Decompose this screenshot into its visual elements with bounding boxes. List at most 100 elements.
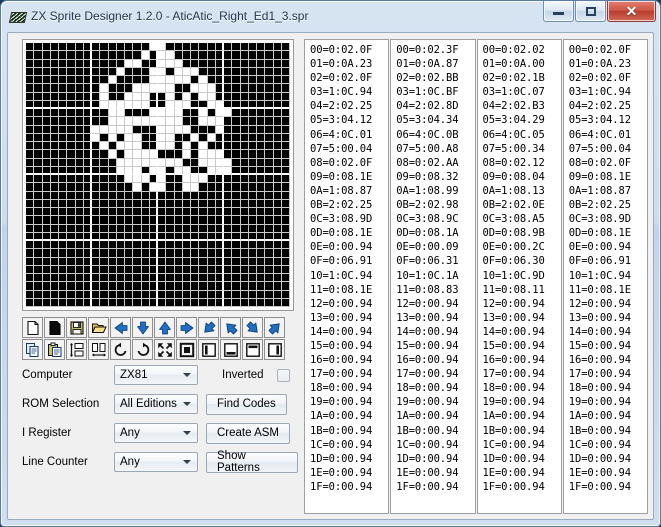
sprite-cell[interactable] [34, 216, 43, 225]
sprite-cell[interactable] [42, 208, 51, 217]
sprite-cell[interactable] [248, 158, 257, 167]
sprite-cell[interactable] [149, 125, 158, 134]
sprite-cell[interactable] [215, 290, 224, 299]
sprite-cell[interactable] [265, 290, 274, 299]
sprite-cell[interactable] [59, 298, 68, 307]
code-column-4[interactable]: 00=0:02.0F 01=0:0A.23 02=0:02.0F 03=1:0C.94… [562, 39, 648, 514]
sprite-cell[interactable] [191, 183, 200, 192]
sprite-cell[interactable] [83, 191, 92, 200]
sprite-cell[interactable] [281, 290, 290, 299]
sprite-cell[interactable] [92, 208, 101, 217]
sprite-cell[interactable] [281, 100, 290, 109]
sprite-cell[interactable] [248, 191, 257, 200]
sprite-cell[interactable] [207, 191, 216, 200]
sprite-cell[interactable] [199, 117, 208, 126]
sprite-cell[interactable] [34, 43, 43, 52]
sprite-cell[interactable] [281, 142, 290, 151]
sprite-cell[interactable] [265, 199, 274, 208]
sprite-cell[interactable] [215, 183, 224, 192]
sprite-cell[interactable] [248, 208, 257, 217]
arrow-left-button[interactable] [110, 317, 131, 338]
sprite-cell[interactable] [199, 100, 208, 109]
sprite-cell[interactable] [125, 133, 134, 142]
sprite-cell[interactable] [265, 175, 274, 184]
sprite-cell[interactable] [149, 249, 158, 258]
sprite-cell[interactable] [166, 282, 175, 291]
sprite-cell[interactable] [26, 67, 35, 76]
sprite-cell[interactable] [257, 150, 266, 159]
minimize-button[interactable] [543, 1, 574, 22]
sprite-cell[interactable] [75, 175, 84, 184]
sprite-cell[interactable] [100, 282, 109, 291]
sprite-cell[interactable] [26, 125, 35, 134]
sprite-cell[interactable] [199, 76, 208, 85]
sprite-cell[interactable] [42, 92, 51, 101]
sprite-cell[interactable] [83, 241, 92, 250]
sprite-cell[interactable] [75, 92, 84, 101]
sprite-cell[interactable] [125, 158, 134, 167]
sprite-cell[interactable] [59, 125, 68, 134]
sprite-cell[interactable] [265, 166, 274, 175]
sprite-cell[interactable] [100, 117, 109, 126]
sprite-cell[interactable] [83, 100, 92, 109]
sprite-cell[interactable] [224, 43, 233, 52]
sprite-cell[interactable] [26, 265, 35, 274]
sprite-cell[interactable] [257, 67, 266, 76]
sprite-cell[interactable] [133, 241, 142, 250]
sprite-cell[interactable] [199, 241, 208, 250]
sprite-cell[interactable] [100, 51, 109, 60]
sprite-cell[interactable] [166, 109, 175, 118]
sprite-cell[interactable] [26, 232, 35, 241]
sprite-cell[interactable] [273, 59, 282, 68]
sprite-cell[interactable] [199, 298, 208, 307]
sprite-cell[interactable] [224, 84, 233, 93]
sprite-cell[interactable] [50, 76, 59, 85]
sprite-cell[interactable] [265, 84, 274, 93]
sprite-cell[interactable] [182, 59, 191, 68]
sprite-cell[interactable] [158, 158, 167, 167]
sprite-cell[interactable] [133, 67, 142, 76]
sprite-cell[interactable] [149, 257, 158, 266]
sprite-cell[interactable] [116, 109, 125, 118]
sprite-cell[interactable] [166, 166, 175, 175]
sprite-cell[interactable] [182, 51, 191, 60]
sprite-cell[interactable] [100, 43, 109, 52]
sprite-cell[interactable] [59, 158, 68, 167]
sprite-cell[interactable] [100, 191, 109, 200]
sprite-cell[interactable] [92, 133, 101, 142]
sprite-cell[interactable] [59, 109, 68, 118]
sprite-cell[interactable] [273, 92, 282, 101]
sprite-cell[interactable] [26, 216, 35, 225]
sprite-cell[interactable] [174, 232, 183, 241]
sprite-cell[interactable] [199, 175, 208, 184]
sprite-cell[interactable] [133, 216, 142, 225]
sprite-cell[interactable] [67, 117, 76, 126]
sprite-cell[interactable] [182, 133, 191, 142]
sprite-cell[interactable] [59, 59, 68, 68]
sprite-cell[interactable] [34, 282, 43, 291]
sprite-cell[interactable] [133, 92, 142, 101]
sprite-cell[interactable] [232, 76, 241, 85]
sprite-cell[interactable] [240, 100, 249, 109]
sprite-cell[interactable] [42, 117, 51, 126]
arrow-up-right-button[interactable] [220, 317, 241, 338]
sprite-cell[interactable] [257, 191, 266, 200]
sprite-cell[interactable] [182, 199, 191, 208]
sprite-cell[interactable] [174, 265, 183, 274]
expand-button[interactable] [154, 339, 175, 360]
sprite-cell[interactable] [42, 265, 51, 274]
sprite-cell[interactable] [26, 298, 35, 307]
sprite-cell[interactable] [257, 51, 266, 60]
sprite-cell[interactable] [182, 125, 191, 134]
sprite-cell[interactable] [50, 208, 59, 217]
sprite-cell[interactable] [158, 109, 167, 118]
sprite-cell[interactable] [207, 125, 216, 134]
sprite-cell[interactable] [281, 109, 290, 118]
sprite-cell[interactable] [141, 175, 150, 184]
rotate-cw-button[interactable] [132, 339, 153, 360]
sprite-cell[interactable] [75, 183, 84, 192]
sprite-cell[interactable] [92, 43, 101, 52]
sprite-cell[interactable] [116, 274, 125, 283]
sprite-cell[interactable] [100, 175, 109, 184]
sprite-cell[interactable] [92, 274, 101, 283]
